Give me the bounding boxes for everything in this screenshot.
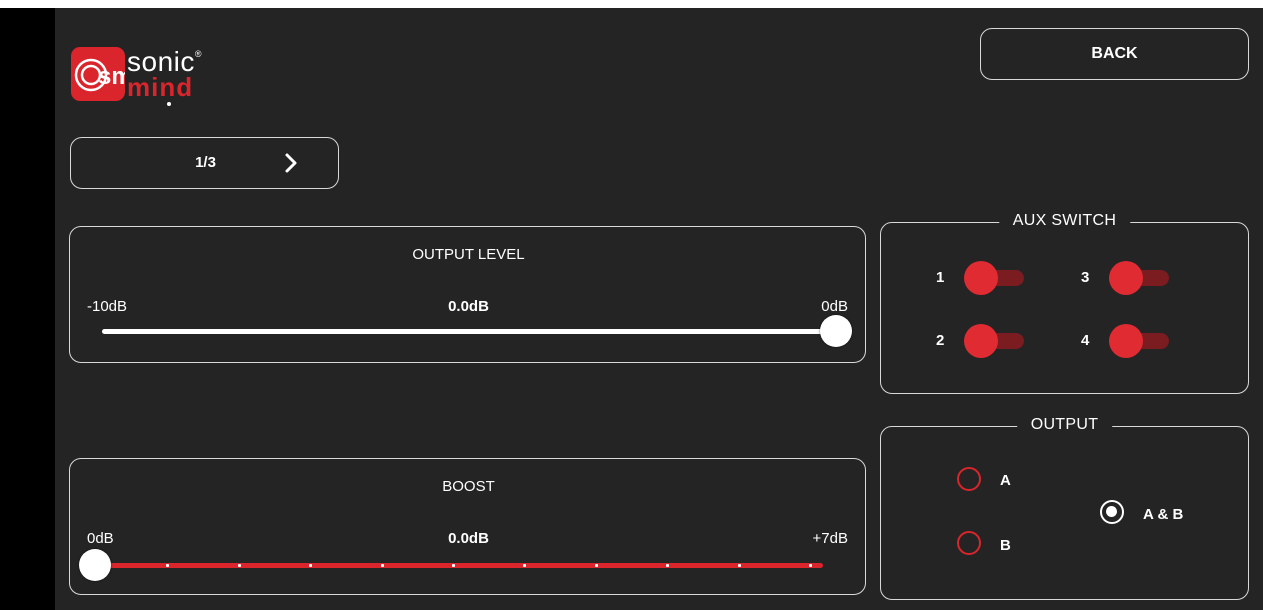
output-label-b: B: [1000, 537, 1011, 554]
boost-slider[interactable]: [79, 549, 823, 583]
logo-mark-icon: sm: [71, 47, 125, 101]
chevron-right-icon[interactable]: [284, 152, 298, 179]
aux-switch-panel: AUX SWITCH 1 2 3 4: [880, 212, 1249, 394]
boost-value: 0.0dB: [448, 530, 489, 547]
boost-tick: [594, 564, 598, 567]
boost-tick: [452, 564, 455, 567]
boost-track: [95, 563, 823, 568]
output-level-thumb[interactable]: [820, 315, 852, 347]
page-indicator: 1/3: [195, 154, 216, 171]
app-window: sm sonic® mind BACK 1/3 OUTPUT LEVEL -10…: [55, 8, 1263, 610]
trademark-symbol: ®: [194, 49, 203, 59]
page-selector[interactable]: 1/3: [70, 137, 339, 189]
aux-switch-3-toggle[interactable]: [1109, 261, 1169, 295]
boost-tick: [309, 564, 313, 567]
aux-switch-label-2: 2: [936, 332, 945, 349]
logo-name-bottom: mind: [127, 72, 194, 102]
aux-switch-1-toggle[interactable]: [964, 261, 1024, 295]
toggle-knob: [964, 324, 998, 358]
output-radio-a-and-b[interactable]: [1100, 500, 1124, 524]
aux-switch-label-1: 1: [936, 269, 945, 286]
boost-panel: BOOST 0dB 0.0dB +7dB: [69, 458, 866, 595]
boost-tick: [237, 564, 241, 567]
output-level-panel: OUTPUT LEVEL -10dB 0.0dB 0dB: [69, 226, 866, 363]
boost-tick: [737, 564, 741, 567]
aux-switch-label-4: 4: [1081, 332, 1090, 349]
output-label-a: A: [1000, 472, 1011, 489]
aux-switch-4-toggle[interactable]: [1109, 324, 1169, 358]
toggle-knob: [1109, 324, 1143, 358]
boost-thumb[interactable]: [79, 549, 111, 581]
logo-dot: [167, 102, 171, 106]
back-button[interactable]: BACK: [980, 28, 1249, 80]
toggle-knob: [964, 261, 998, 295]
output-radio-b[interactable]: [957, 531, 981, 555]
boost-max-label: +7dB: [812, 530, 848, 547]
output-level-max-label: 0dB: [821, 298, 848, 315]
aux-switch-label-3: 3: [1081, 269, 1090, 286]
boost-tick: [380, 564, 384, 567]
boost-title: BOOST: [442, 478, 495, 495]
toggle-knob: [1109, 261, 1143, 295]
left-edge-bar: [0, 8, 55, 610]
aux-switch-2-toggle[interactable]: [964, 324, 1024, 358]
screen: sm sonic® mind BACK 1/3 OUTPUT LEVEL -10…: [0, 0, 1263, 610]
logo-mark-text: sm: [98, 63, 125, 90]
output-radio-a[interactable]: [957, 467, 981, 491]
output-level-value: 0.0dB: [448, 298, 489, 315]
output-level-title: OUTPUT LEVEL: [412, 246, 525, 263]
boost-tick: [666, 564, 670, 567]
aux-switch-title: AUX SWITCH: [998, 212, 1131, 230]
output-label-a-and-b: A & B: [1143, 506, 1184, 523]
output-level-slider[interactable]: [102, 315, 852, 349]
boost-tick: [809, 564, 812, 567]
output-level-track: [102, 329, 836, 334]
output-title: OUTPUT: [1016, 416, 1113, 434]
output-panel: OUTPUT A B A & B: [880, 416, 1249, 600]
